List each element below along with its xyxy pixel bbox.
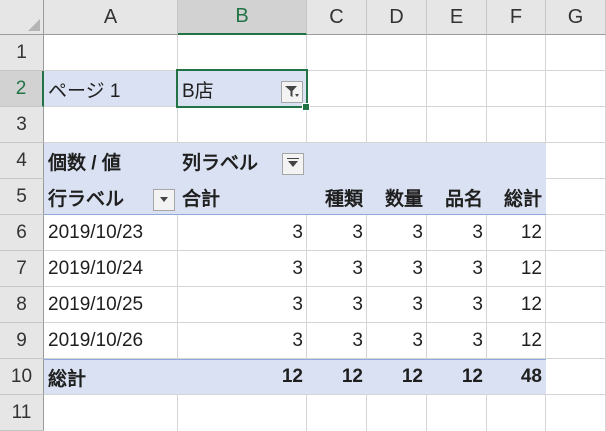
pivot-cell[interactable]: 3: [367, 215, 427, 251]
pivot-row-label[interactable]: 2019/10/24: [44, 251, 178, 287]
grand-total-cell[interactable]: 12: [307, 359, 367, 395]
pivot-cell[interactable]: 3: [307, 287, 367, 323]
row-header-10[interactable]: 10: [0, 359, 44, 395]
pivot-column-header[interactable]: 総計: [487, 179, 546, 215]
fill-handle[interactable]: [302, 103, 310, 111]
pivot-cell[interactable]: 12: [487, 287, 546, 323]
column-header-g[interactable]: G: [546, 0, 606, 35]
dropdown-arrow-icon: [160, 197, 168, 202]
pivot-cell[interactable]: 3: [367, 287, 427, 323]
row-header-1[interactable]: 1: [0, 35, 44, 71]
pivot-row-label[interactable]: 2019/10/26: [44, 323, 178, 359]
grand-total-label[interactable]: 総計: [44, 359, 178, 395]
pivot-value-label[interactable]: 個数 / 値: [44, 143, 178, 179]
pivot-cell[interactable]: 3: [307, 323, 367, 359]
row-header-2[interactable]: 2: [0, 71, 44, 107]
page-filter-label[interactable]: ページ 1: [44, 71, 178, 107]
row-header-11[interactable]: 11: [0, 395, 44, 431]
pivot-cell[interactable]: 3: [427, 215, 487, 251]
pivot-cell[interactable]: 3: [367, 323, 427, 359]
grand-total-cell[interactable]: 12: [367, 359, 427, 395]
pivot-row-label[interactable]: 2019/10/25: [44, 287, 178, 323]
row-header-7[interactable]: 7: [0, 251, 44, 287]
pivot-cell[interactable]: 3: [427, 323, 487, 359]
pivot-cell[interactable]: 3: [427, 251, 487, 287]
pivot-cell[interactable]: 3: [367, 251, 427, 287]
pivot-row-labels[interactable]: 行ラベル: [44, 179, 154, 215]
select-all-button[interactable]: [0, 0, 44, 35]
column-labels-filter-button[interactable]: [282, 153, 304, 175]
row-header-5[interactable]: 5: [0, 179, 44, 215]
column-header-d[interactable]: D: [367, 0, 427, 35]
grand-total-cell[interactable]: 12: [427, 359, 487, 395]
pivot-column-labels[interactable]: 列ラベル: [178, 143, 288, 179]
dropdown-arrow-icon: [287, 158, 299, 167]
row-labels-filter-button[interactable]: [153, 189, 175, 211]
pivot-column-header[interactable]: 合計: [178, 179, 307, 215]
pivot-cell[interactable]: 12: [487, 323, 546, 359]
column-header-f[interactable]: F: [487, 0, 546, 35]
pivot-cell[interactable]: 3: [178, 323, 307, 359]
row-header-8[interactable]: 8: [0, 287, 44, 323]
pivot-cell[interactable]: 3: [178, 215, 307, 251]
pivot-cell[interactable]: 12: [487, 215, 546, 251]
grand-total-cell[interactable]: 48: [487, 359, 546, 395]
pivot-cell[interactable]: 12: [487, 251, 546, 287]
pivot-column-header[interactable]: 数量: [367, 179, 427, 215]
active-cell-selection: [176, 69, 308, 108]
row-header-4[interactable]: 4: [0, 143, 44, 179]
row-header-6[interactable]: 6: [0, 215, 44, 251]
pivot-cell[interactable]: 3: [427, 287, 487, 323]
pivot-column-header[interactable]: 種類: [307, 179, 367, 215]
pivot-cell[interactable]: 3: [178, 287, 307, 323]
pivot-cell[interactable]: 3: [307, 215, 367, 251]
pivot-cell[interactable]: 3: [178, 251, 307, 287]
row-header-9[interactable]: 9: [0, 323, 44, 359]
grand-total-cell[interactable]: 12: [178, 359, 307, 395]
column-header-b[interactable]: B: [178, 0, 307, 35]
row-header-3[interactable]: 3: [0, 107, 44, 143]
column-header-c[interactable]: C: [307, 0, 367, 35]
pivot-row-label[interactable]: 2019/10/23: [44, 215, 178, 251]
select-all-triangle-icon: [28, 19, 40, 31]
column-header-e[interactable]: E: [427, 0, 487, 35]
pivot-cell[interactable]: 3: [307, 251, 367, 287]
column-header-a[interactable]: A: [44, 0, 178, 35]
pivot-column-header[interactable]: 品名: [427, 179, 487, 215]
